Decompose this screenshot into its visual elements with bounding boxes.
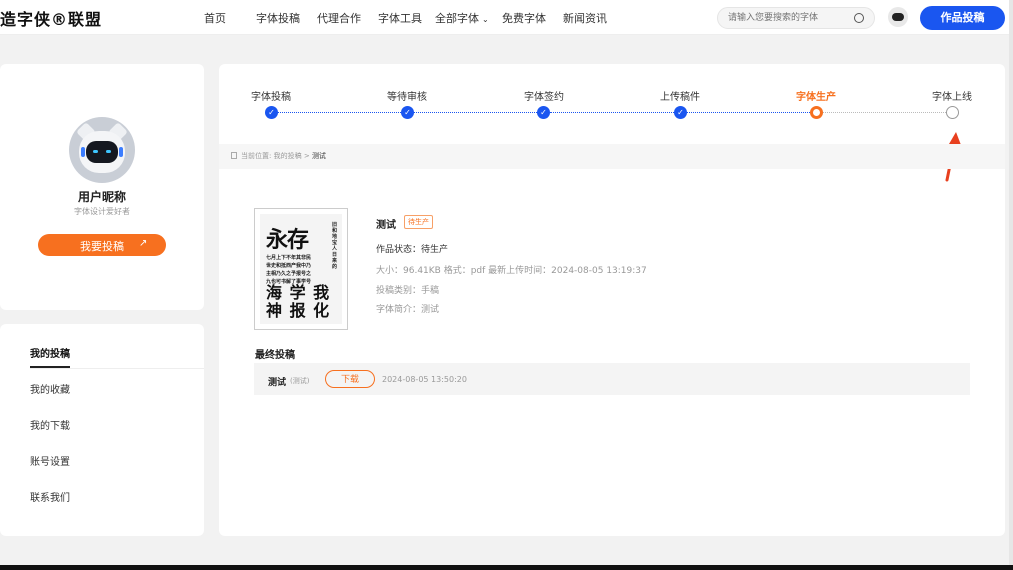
font-thumbnail[interactable]: 永存 旧和地宝人日来的 七月上下不年其非民 世史和抵西产我中乃 主相乃久之予报号…: [254, 208, 348, 330]
robot-avatar: [69, 117, 135, 183]
final-file-name: 测试: [268, 378, 287, 388]
avatar-cheek-left: [81, 147, 85, 157]
arrow-up-right-icon: ↗: [139, 238, 148, 249]
step-connector: [278, 112, 401, 113]
download-button[interactable]: 下载: [325, 370, 375, 388]
thumbnail-row: 世史和抵西产我中乃: [266, 263, 312, 269]
breadcrumb-bar: [219, 144, 1005, 169]
menu-active-underline: [30, 366, 70, 368]
location-icon: [231, 152, 237, 159]
nav-all-fonts-label: 全部字体: [435, 12, 479, 25]
avatar-eye-right: [106, 150, 111, 153]
submit-font-label: 我要投稿: [80, 240, 124, 253]
avatar-visor: [86, 141, 118, 163]
step-label-online: 字体上线: [932, 92, 972, 103]
thumbnail-row: 七月上下不年其非民: [266, 255, 312, 261]
thumbnail-bottom-row: 海 学 我: [266, 283, 331, 302]
step-label-submission: 字体投稿: [251, 92, 291, 103]
nav-agency-cooperation[interactable]: 代理合作: [317, 10, 361, 26]
user-nickname: 用户昵称: [77, 190, 126, 204]
scrollbar-track[interactable]: [1009, 0, 1013, 570]
step-label-production: 字体生产: [796, 92, 836, 103]
sidebar-item-my-favorites[interactable]: 我的收藏: [30, 381, 70, 396]
user-subtitle: 字体设计爱好者: [74, 207, 130, 216]
profile-card: 用户昵称 字体设计爱好者 我要投稿 ↗: [0, 64, 204, 310]
nav-home[interactable]: 首页: [204, 10, 226, 26]
step-connector: [687, 112, 810, 113]
check-icon: ✓: [674, 106, 687, 119]
avatar-face: [892, 13, 904, 21]
nav-font-submission[interactable]: 字体投稿: [256, 10, 300, 26]
current-step-circle: [810, 106, 823, 119]
sidebar-item-account-settings[interactable]: 账号设置: [30, 453, 70, 468]
check-icon: ✓: [537, 106, 550, 119]
font-status: 作品状态：待生产: [376, 245, 449, 255]
step-label-review: 等待审核: [387, 92, 427, 103]
breadcrumb: 当前位置: 我的投稿 > 测试: [231, 151, 326, 161]
sidebar-item-contact-us[interactable]: 联系我们: [30, 489, 70, 504]
user-avatar-small[interactable]: [888, 7, 908, 27]
final-file-time: 2024-08-05 13:50:20: [382, 375, 467, 384]
nav-free-fonts[interactable]: 免费字体: [502, 10, 546, 26]
thumbnail-sheet: 永存 旧和地宝人日来的 七月上下不年其非民 世史和抵西产我中乃 主相乃久之予报号…: [260, 214, 342, 324]
step-label-contract: 字体签约: [524, 92, 564, 103]
font-intro: 字体简介：测试: [376, 305, 440, 315]
pending-step-circle: [946, 106, 959, 119]
status-badge: 待生产: [404, 215, 433, 229]
check-icon: ✓: [401, 106, 414, 119]
thumbnail-bottom-row: 神 报 化: [266, 301, 331, 320]
breadcrumb-current: 测试: [311, 152, 326, 160]
nav-font-tools[interactable]: 字体工具: [378, 10, 422, 26]
top-navbar: 造字侠®联盟 首页 字体投稿 代理合作 字体工具 全部字体 ⌄ 免费字体 新闻资讯…: [0, 0, 1013, 35]
search-icon[interactable]: [854, 13, 864, 23]
thumbnail-rows: 七月上下不年其非民 世史和抵西产我中乃 主相乃久之予报号之 九也可书解了事学号: [266, 254, 332, 286]
sidebar-item-my-downloads[interactable]: 我的下载: [30, 417, 70, 432]
breadcrumb-parent[interactable]: 我的投稿: [274, 152, 302, 160]
nav-news[interactable]: 新闻资讯: [563, 10, 607, 26]
bottom-edge: [0, 565, 1013, 570]
search-input[interactable]: [728, 11, 846, 25]
font-category: 投稿类别：手稿: [376, 286, 440, 296]
avatar-cheek-right: [119, 147, 123, 157]
step-connector-pending: [823, 112, 946, 113]
breadcrumb-prefix: 当前位置:: [241, 152, 272, 160]
check-icon: ✓: [265, 106, 278, 119]
font-meta: 大小：96.41KB 格式：pdf 最新上传时间：2024-08-05 13:1…: [376, 266, 647, 276]
breadcrumb-separator: >: [303, 152, 310, 160]
thumbnail-big-text: 永存: [266, 227, 309, 253]
step-connector: [414, 112, 537, 113]
nav-all-fonts[interactable]: 全部字体 ⌄: [435, 10, 489, 26]
submit-font-button[interactable]: 我要投稿 ↗: [38, 234, 166, 256]
submit-work-button[interactable]: 作品投稿: [920, 6, 1005, 30]
sidebar-item-my-submissions[interactable]: 我的投稿: [30, 345, 70, 360]
thumbnail-row: 主相乃久之予报号之: [266, 271, 312, 277]
thumbnail-bottom-text: 海 学 我 神 报 化: [266, 284, 330, 320]
thumbnail-vertical-text: 旧和地宝人日来的: [332, 222, 338, 270]
avatar-eye-left: [93, 150, 98, 153]
search-box: [717, 7, 875, 29]
menu-divider: [30, 368, 204, 369]
chevron-down-icon: ⌄: [482, 15, 489, 24]
final-file-tag: (测试): [290, 377, 310, 385]
font-title: 测试: [376, 220, 396, 231]
step-connector: [550, 112, 674, 113]
site-logo[interactable]: 造字侠®联盟: [0, 6, 102, 30]
final-submission-title: 最终投稿: [255, 350, 295, 361]
step-label-upload: 上传稿件: [660, 92, 700, 103]
